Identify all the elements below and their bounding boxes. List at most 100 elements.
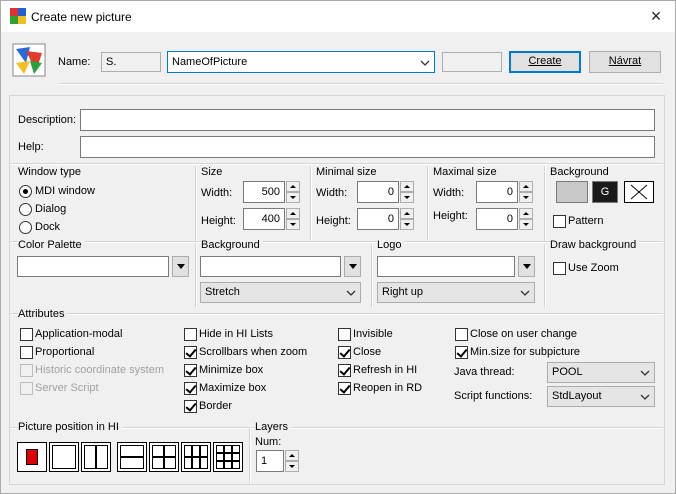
position-nine[interactable] <box>213 442 243 472</box>
layers-num-spinner[interactable] <box>285 450 299 472</box>
radio-dock[interactable] <box>19 221 32 234</box>
background-dropdown[interactable] <box>344 256 361 277</box>
proportional-label: Proportional <box>35 346 95 358</box>
refresh-in-hi-label: Refresh in HI <box>353 364 418 376</box>
background-color-swatch[interactable] <box>556 181 588 203</box>
historic-coordinate-checkbox <box>20 364 33 377</box>
maximize-box-label: Maximize box <box>199 382 267 394</box>
help-label: Help: <box>18 141 44 153</box>
minimal-size-title: Minimal size <box>316 166 377 178</box>
name-value: NameOfPicture <box>172 56 248 68</box>
position-quad[interactable] <box>149 442 179 472</box>
color-palette-input[interactable] <box>17 256 169 277</box>
invisible-checkbox[interactable] <box>338 328 351 341</box>
close-icon[interactable]: × <box>645 5 667 27</box>
logo-mode-select[interactable]: Right up <box>377 282 535 303</box>
scrollbars-when-zoom-checkbox[interactable] <box>184 346 197 359</box>
size-width-label: Width: <box>201 187 233 199</box>
maximal-height-label: Height: <box>433 210 468 222</box>
border-checkbox[interactable] <box>184 400 197 413</box>
close-checkbox[interactable] <box>338 346 351 359</box>
minimal-height-spinner[interactable] <box>400 208 414 230</box>
window-type-title: Window type <box>18 166 81 178</box>
divider <box>249 427 251 483</box>
position-six[interactable] <box>181 442 211 472</box>
scrollbars-when-zoom-label: Scrollbars when zoom <box>199 346 308 358</box>
maximal-width-input[interactable]: 0 <box>476 181 518 203</box>
back-button[interactable]: Návrat <box>589 51 661 73</box>
minimal-height-value: 0 <box>387 213 394 225</box>
script-functions-label: Script functions: <box>454 390 533 402</box>
refresh-in-hi-checkbox[interactable] <box>338 364 351 377</box>
maximize-box-checkbox[interactable] <box>184 382 197 395</box>
size-title: Size <box>201 166 223 178</box>
java-thread-select[interactable]: POOL <box>547 362 655 383</box>
create-button[interactable]: Create <box>509 51 581 73</box>
background-swatch-title: Background <box>550 166 609 178</box>
picture-position-title: Picture position in HI <box>18 421 122 433</box>
minimal-width-spinner[interactable] <box>400 181 414 203</box>
help-input[interactable] <box>80 136 655 158</box>
hide-in-hi-lists-label: Hide in HI Lists <box>199 328 273 340</box>
divider <box>371 244 373 308</box>
reopen-in-rd-checkbox[interactable] <box>338 382 351 395</box>
name-combobox[interactable]: NameOfPicture <box>167 51 435 73</box>
layers-num-input[interactable]: 1 <box>256 450 284 472</box>
radio-dialog[interactable] <box>19 203 32 216</box>
radio-mdi-window-label: MDI window <box>35 185 95 197</box>
size-width-spinner[interactable] <box>286 181 300 203</box>
script-functions-select[interactable]: StdLayout <box>547 386 655 407</box>
color-palette-dropdown[interactable] <box>172 256 189 277</box>
maximal-width-spinner[interactable] <box>519 181 533 203</box>
background-input[interactable] <box>200 256 341 277</box>
name-label: Name: <box>58 56 91 68</box>
size-width-input[interactable]: 500 <box>243 181 285 203</box>
pattern-label: Pattern <box>568 215 604 227</box>
radio-dock-label: Dock <box>35 221 61 233</box>
layers-num-value: 1 <box>261 455 268 467</box>
close-on-user-change-checkbox[interactable] <box>455 328 468 341</box>
minimize-box-label: Minimize box <box>199 364 264 376</box>
background-mode-select[interactable]: Stretch <box>200 282 361 303</box>
hide-in-hi-lists-checkbox[interactable] <box>184 328 197 341</box>
pattern-checkbox[interactable] <box>553 215 566 228</box>
minimal-width-input[interactable]: 0 <box>357 181 399 203</box>
position-full[interactable] <box>49 442 79 472</box>
use-zoom-label: Use Zoom <box>568 262 619 274</box>
clear-x-icon <box>630 184 648 200</box>
application-modal-checkbox[interactable] <box>20 328 33 341</box>
use-zoom-checkbox[interactable] <box>553 262 566 275</box>
position-two-columns[interactable] <box>81 442 111 472</box>
minimal-height-input[interactable]: 0 <box>357 208 399 230</box>
close-label: Close <box>353 346 382 358</box>
logo-dropdown[interactable] <box>518 256 535 277</box>
minimize-box-checkbox[interactable] <box>184 364 197 377</box>
create-button-label: Create <box>528 55 562 67</box>
maximal-size-title: Maximal size <box>433 166 497 178</box>
name-prefix-field: S. <box>101 52 161 72</box>
invisible-label: Invisible <box>353 328 393 340</box>
header-divider <box>59 83 663 85</box>
name-prefix-value: S. <box>106 56 117 68</box>
position-two-rows[interactable] <box>117 442 147 472</box>
min-size-subpicture-label: Min.size for subpicture <box>470 346 581 358</box>
background-g-button[interactable]: G <box>592 181 618 203</box>
java-thread-label: Java thread: <box>454 366 515 378</box>
radio-mdi-window[interactable] <box>19 185 32 198</box>
maximal-height-input[interactable]: 0 <box>476 208 518 230</box>
min-size-subpicture-checkbox[interactable] <box>455 346 468 359</box>
description-input[interactable] <box>80 109 655 131</box>
divider <box>544 244 546 308</box>
size-height-value: 400 <box>261 213 280 225</box>
logo-input[interactable] <box>377 256 515 277</box>
position-single-selected[interactable] <box>17 442 47 472</box>
proportional-checkbox[interactable] <box>20 346 33 359</box>
size-height-spinner[interactable] <box>286 208 300 230</box>
background-clear-button[interactable] <box>624 181 654 203</box>
size-height-input[interactable]: 400 <box>243 208 285 230</box>
server-script-label: Server Script <box>35 382 99 394</box>
chevron-down-icon[interactable] <box>420 58 430 68</box>
maximal-height-spinner[interactable] <box>519 208 533 230</box>
minimal-width-value: 0 <box>387 186 394 198</box>
divider <box>195 166 197 241</box>
